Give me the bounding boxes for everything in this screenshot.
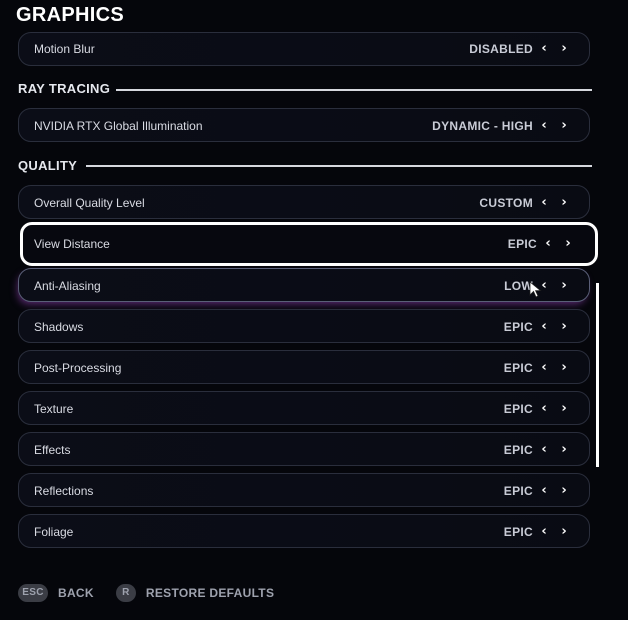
setting-row-anti-aliasing[interactable]: Anti-Aliasing LOW ‹ ›	[18, 268, 590, 302]
chevron-left-icon[interactable]: ‹	[537, 515, 551, 548]
setting-value: EPIC	[503, 484, 533, 498]
chevron-left-icon[interactable]: ‹	[537, 186, 551, 220]
chevron-right-icon[interactable]: ›	[557, 351, 571, 385]
setting-value: EPIC	[503, 402, 533, 416]
chevron-right-icon[interactable]: ›	[557, 186, 571, 220]
setting-value: EPIC	[503, 443, 533, 457]
section-divider	[86, 165, 592, 167]
setting-row-reflections[interactable]: Reflections EPIC ‹ ›	[18, 473, 590, 507]
setting-label: Post-Processing	[34, 361, 122, 375]
setting-value: EPIC	[503, 361, 533, 375]
section-divider	[116, 89, 592, 91]
chevron-right-icon[interactable]: ›	[557, 310, 571, 344]
setting-row-view-distance[interactable]: View Distance EPIC ‹ ›	[20, 222, 598, 266]
chevron-right-icon[interactable]: ›	[557, 269, 571, 303]
setting-value: EPIC	[507, 237, 537, 251]
restore-defaults-button[interactable]: RESTORE DEFAULTS	[146, 586, 274, 600]
r-key-icon[interactable]: R	[115, 584, 136, 602]
chevron-left-icon[interactable]: ‹	[537, 351, 551, 385]
section-heading-ray-tracing: RAY TRACING	[18, 81, 111, 96]
setting-row-rtx-global-illumination[interactable]: NVIDIA RTX Global Illumination DYNAMIC -…	[18, 108, 590, 142]
setting-row-texture[interactable]: Texture EPIC ‹ ›	[18, 391, 590, 425]
esc-key-icon[interactable]: ESC	[18, 584, 48, 602]
chevron-right-icon[interactable]: ›	[557, 32, 571, 66]
chevron-right-icon[interactable]: ›	[557, 433, 571, 467]
setting-label: View Distance	[34, 237, 110, 251]
section-heading-quality: QUALITY	[18, 158, 78, 173]
setting-row-motion-blur[interactable]: Motion Blur DISABLED ‹ ›	[18, 32, 590, 66]
setting-value: EPIC	[503, 525, 533, 539]
chevron-right-icon[interactable]: ›	[557, 109, 571, 143]
mouse-pointer-icon	[529, 281, 542, 298]
setting-label: Foliage	[34, 525, 74, 539]
setting-row-post-processing[interactable]: Post-Processing EPIC ‹ ›	[18, 350, 590, 384]
setting-value: DISABLED	[469, 42, 533, 56]
chevron-left-icon[interactable]: ‹	[537, 474, 551, 508]
setting-label: NVIDIA RTX Global Illumination	[34, 119, 203, 133]
chevron-right-icon[interactable]: ›	[557, 515, 571, 548]
chevron-left-icon[interactable]: ‹	[537, 109, 551, 143]
chevron-left-icon[interactable]: ‹	[537, 310, 551, 344]
setting-row-foliage[interactable]: Foliage EPIC ‹ ›	[18, 514, 590, 548]
setting-value: EPIC	[503, 320, 533, 334]
setting-label: Overall Quality Level	[34, 196, 145, 210]
setting-value: CUSTOM	[479, 196, 533, 210]
chevron-left-icon[interactable]: ‹	[537, 32, 551, 66]
setting-row-shadows[interactable]: Shadows EPIC ‹ ›	[18, 309, 590, 343]
chevron-right-icon[interactable]: ›	[557, 392, 571, 426]
setting-label: Texture	[34, 402, 74, 416]
chevron-left-icon[interactable]: ‹	[541, 225, 555, 263]
setting-row-effects[interactable]: Effects EPIC ‹ ›	[18, 432, 590, 466]
chevron-right-icon[interactable]: ›	[557, 474, 571, 508]
setting-label: Shadows	[34, 320, 84, 334]
chevron-left-icon[interactable]: ‹	[537, 392, 551, 426]
setting-label: Anti-Aliasing	[34, 279, 101, 293]
page-title: GRAPHICS	[16, 4, 124, 26]
footer-bar: ESC BACK R RESTORE DEFAULTS	[18, 583, 274, 603]
setting-row-overall-quality-level[interactable]: Overall Quality Level CUSTOM ‹ ›	[18, 185, 590, 219]
scrollbar-thumb[interactable]	[596, 283, 599, 467]
setting-label: Effects	[34, 443, 71, 457]
back-button[interactable]: BACK	[58, 586, 94, 600]
setting-label: Reflections	[34, 484, 94, 498]
chevron-right-icon[interactable]: ›	[561, 225, 575, 263]
chevron-left-icon[interactable]: ‹	[537, 433, 551, 467]
setting-value: DYNAMIC - HIGH	[432, 119, 533, 133]
setting-label: Motion Blur	[34, 42, 95, 56]
